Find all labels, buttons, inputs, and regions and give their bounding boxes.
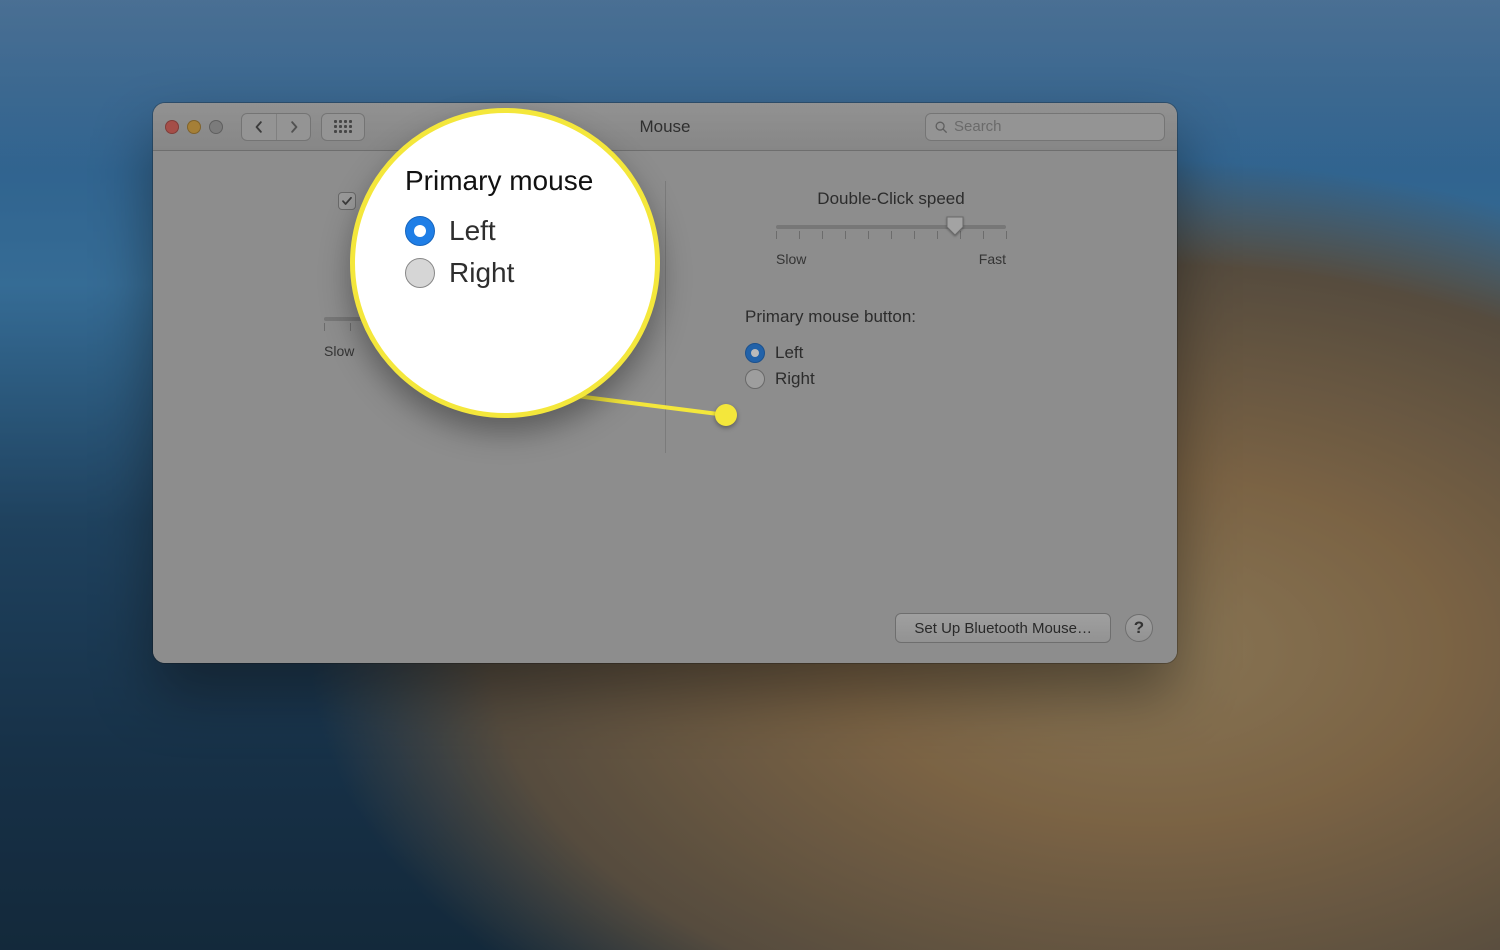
primary-left-label: Left: [775, 343, 803, 363]
setup-bluetooth-mouse-label: Set Up Bluetooth Mouse…: [914, 620, 1092, 637]
callout-title: Primary mouse: [405, 165, 655, 197]
primary-left-option[interactable]: Left: [745, 343, 815, 363]
search-input[interactable]: [954, 118, 1156, 135]
footer: Set Up Bluetooth Mouse… ?: [895, 613, 1153, 643]
primary-mouse-button-group: Left Right: [745, 343, 815, 395]
primary-mouse-button-label: Primary mouse button:: [745, 307, 916, 327]
callout-left-label: Left: [449, 215, 496, 247]
chevron-left-icon: [253, 121, 265, 133]
doubleclick-slow-label: Slow: [776, 251, 806, 267]
doubleclick-speed-thumb[interactable]: [945, 215, 965, 237]
tracking-slow-label: Slow: [324, 343, 354, 359]
forward-button[interactable]: [276, 114, 310, 140]
setup-bluetooth-mouse-button[interactable]: Set Up Bluetooth Mouse…: [895, 613, 1111, 643]
scroll-direction-checkbox[interactable]: [338, 192, 356, 210]
mouse-preferences-window: Mouse Scroll direction: Natural Tracking…: [153, 103, 1177, 663]
titlebar: Mouse: [153, 103, 1177, 151]
checkmark-icon: [341, 195, 353, 207]
close-window-button[interactable]: [165, 120, 179, 134]
callout-right-label: Right: [449, 257, 514, 289]
grid-icon: [334, 120, 352, 133]
search-field-wrap[interactable]: [925, 113, 1165, 141]
window-controls: [165, 120, 223, 134]
primary-right-label: Right: [775, 369, 815, 389]
callout-magnifier: Primary mouse Left Right: [350, 108, 660, 418]
doubleclick-speed-slider[interactable]: Slow Fast: [776, 225, 1006, 267]
minimize-window-button[interactable]: [187, 120, 201, 134]
back-button[interactable]: [242, 114, 276, 140]
window-body: Scroll direction: Natural Tracking speed…: [153, 151, 1177, 663]
show-all-prefs-button[interactable]: [321, 113, 365, 141]
doubleclick-fast-label: Fast: [979, 251, 1006, 267]
help-icon: ?: [1134, 618, 1144, 638]
radio-unselected-icon: [745, 369, 765, 389]
right-column: Double-Click speed Slow Fast Primary mou…: [665, 181, 1117, 573]
callout-right-option: Right: [405, 257, 655, 289]
help-button[interactable]: ?: [1125, 614, 1153, 642]
primary-right-option[interactable]: Right: [745, 369, 815, 389]
search-icon: [934, 120, 948, 134]
chevron-right-icon: [288, 121, 300, 133]
radio-unselected-icon: [405, 258, 435, 288]
zoom-window-button[interactable]: [209, 120, 223, 134]
doubleclick-speed-label: Double-Click speed: [817, 189, 964, 209]
callout-indicator-dot: [715, 404, 737, 426]
nav-group: [241, 113, 311, 141]
callout-left-option: Left: [405, 215, 655, 247]
radio-selected-icon: [745, 343, 765, 363]
radio-selected-icon: [405, 216, 435, 246]
